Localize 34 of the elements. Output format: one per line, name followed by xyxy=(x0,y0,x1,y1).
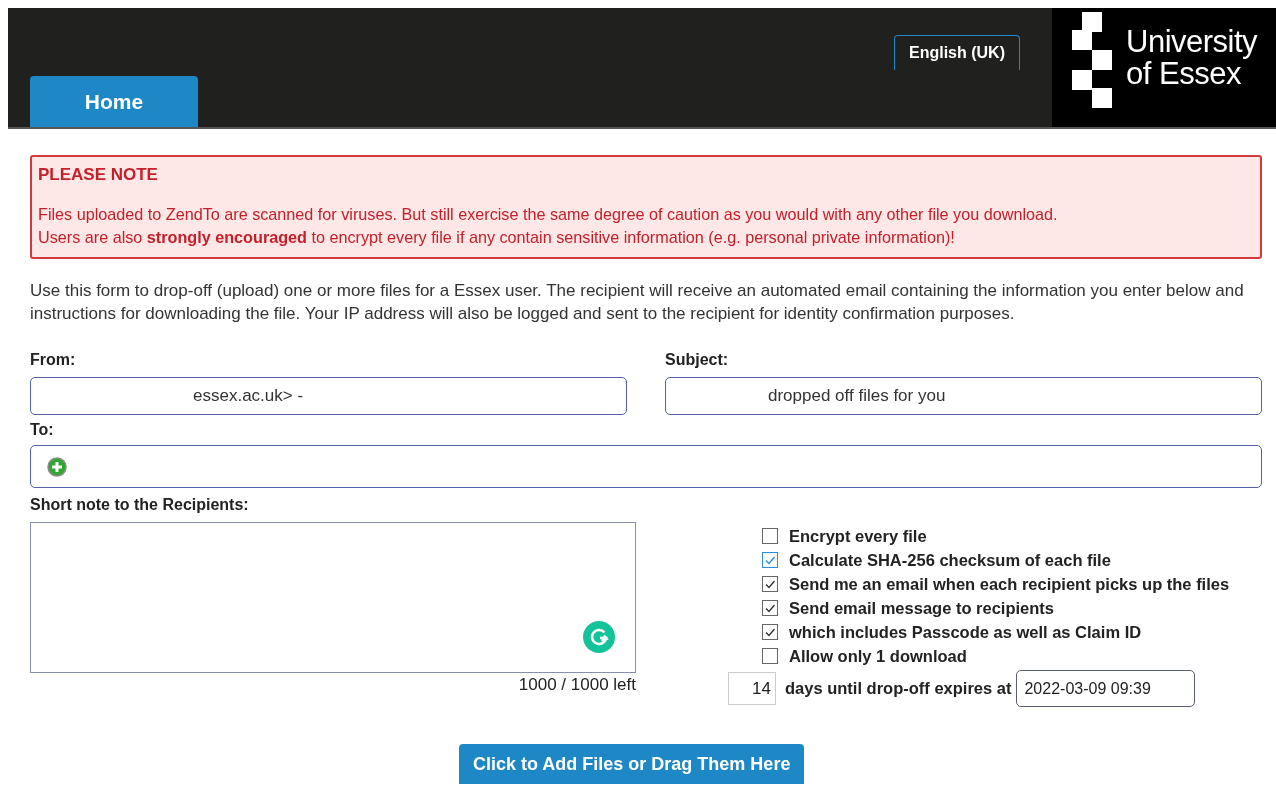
checkbox[interactable] xyxy=(762,648,778,664)
date-field[interactable]: 2022-03-09 09:39 xyxy=(1016,670,1196,707)
checkbox[interactable] xyxy=(762,552,778,568)
option-label: Allow only 1 download xyxy=(789,646,967,666)
upload-button[interactable]: Click to Add Files or Drag Them Here xyxy=(459,744,805,784)
add-icon[interactable] xyxy=(47,456,67,477)
notice-title: PLEASE NOTE xyxy=(38,165,158,185)
field-label: To: xyxy=(30,421,54,439)
option-label: Encrypt every file xyxy=(789,526,927,546)
notice-text: Files uploaded to ZendTo are scanned for viruses. But still exercise the same degree of caution as you would with any other file you download. xyxy=(38,204,1059,225)
checkbox[interactable] xyxy=(762,576,778,592)
intro-text: Use this form to drop-off (upload) one or more files for a Essex user. The recipient will receive an automated email containing the information you enter below and instructions for downloading the file. Your IP address will also be logged and sent to the recipient for identity confirmation purposes. xyxy=(30,280,1245,325)
field-label: Short note to the Recipients: xyxy=(30,496,249,514)
language-selector[interactable]: English (UK) xyxy=(894,35,1020,70)
option-label: which includes Passcode as well as Claim ID xyxy=(789,622,1142,642)
option-label: days until drop-off expires at xyxy=(785,679,1012,698)
checkbox[interactable] xyxy=(762,528,778,544)
to-field[interactable] xyxy=(30,445,1262,488)
option-label: Send email message to recipients xyxy=(789,598,1055,618)
subject-field[interactable]: dropped off files for you xyxy=(665,377,1262,415)
logo-icon xyxy=(1072,12,1112,108)
logo-text: of Essex xyxy=(1126,58,1241,90)
field-label: From: xyxy=(30,351,76,369)
field-label: Subject: xyxy=(665,351,729,369)
logo-text: University xyxy=(1126,26,1258,58)
from-field[interactable]: essex.ac.uk> - xyxy=(30,377,627,415)
character-counter: 1000 / 1000 left xyxy=(518,675,636,695)
checkbox[interactable] xyxy=(762,600,778,616)
option-label: Send me an email when each recipient picks up the files xyxy=(789,574,1230,594)
notice-text: Users are also strongly encouraged to encrypt every file if any contain sensitive information (e.g. personal private information)! xyxy=(38,227,956,248)
nav-tab[interactable]: Home xyxy=(30,76,198,127)
checkbox[interactable] xyxy=(762,624,778,640)
days-field[interactable]: 14 xyxy=(728,672,776,705)
option-label: Calculate SHA-256 checksum of each file xyxy=(789,550,1111,570)
